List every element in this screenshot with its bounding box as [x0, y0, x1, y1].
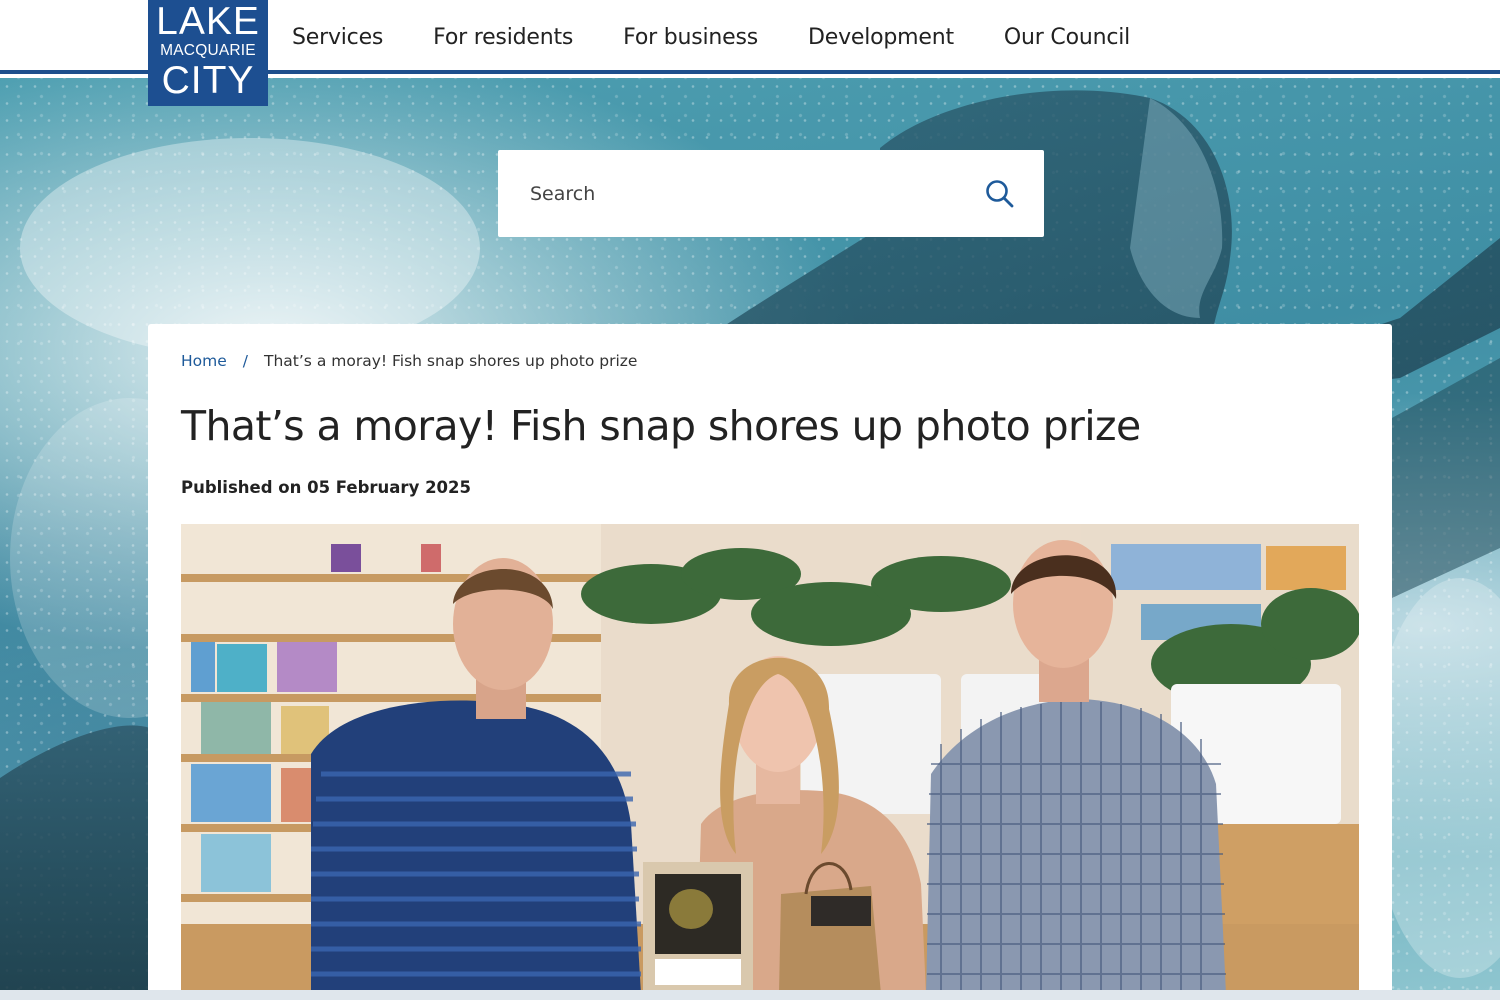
breadcrumb-home-link[interactable]: Home — [181, 352, 227, 370]
published-date: Published on 05 February 2025 — [181, 478, 471, 497]
article-card: Home / That’s a moray! Fish snap shores … — [148, 324, 1392, 1000]
logo-line-3: CITY — [161, 58, 255, 102]
nav-item-our-council[interactable]: Our Council — [1004, 25, 1130, 50]
breadcrumb-separator: / — [242, 352, 249, 370]
search-box — [498, 150, 1044, 237]
nav-item-for-business[interactable]: For business — [623, 25, 758, 50]
window-bottom-edge — [0, 990, 1500, 1000]
nav-item-services[interactable]: Services — [292, 25, 383, 50]
search-icon[interactable] — [984, 178, 1016, 210]
logo-line-1: LAKE — [156, 0, 260, 43]
page-title: That’s a moray! Fish snap shores up phot… — [181, 402, 1141, 450]
logo-line-2: MACQUARIE — [160, 42, 256, 59]
search-input[interactable] — [498, 150, 968, 237]
nav-item-development[interactable]: Development — [808, 25, 954, 50]
breadcrumb: Home / That’s a moray! Fish snap shores … — [181, 352, 637, 370]
breadcrumb-current: That’s a moray! Fish snap shores up phot… — [264, 352, 638, 370]
photo-illustration — [181, 524, 1359, 994]
site-logo[interactable]: LAKE MACQUARIE CITY — [148, 0, 268, 106]
article-photo — [181, 524, 1359, 994]
nav-item-for-residents[interactable]: For residents — [433, 25, 573, 50]
main-nav: Services For residents For business Deve… — [292, 18, 1180, 56]
